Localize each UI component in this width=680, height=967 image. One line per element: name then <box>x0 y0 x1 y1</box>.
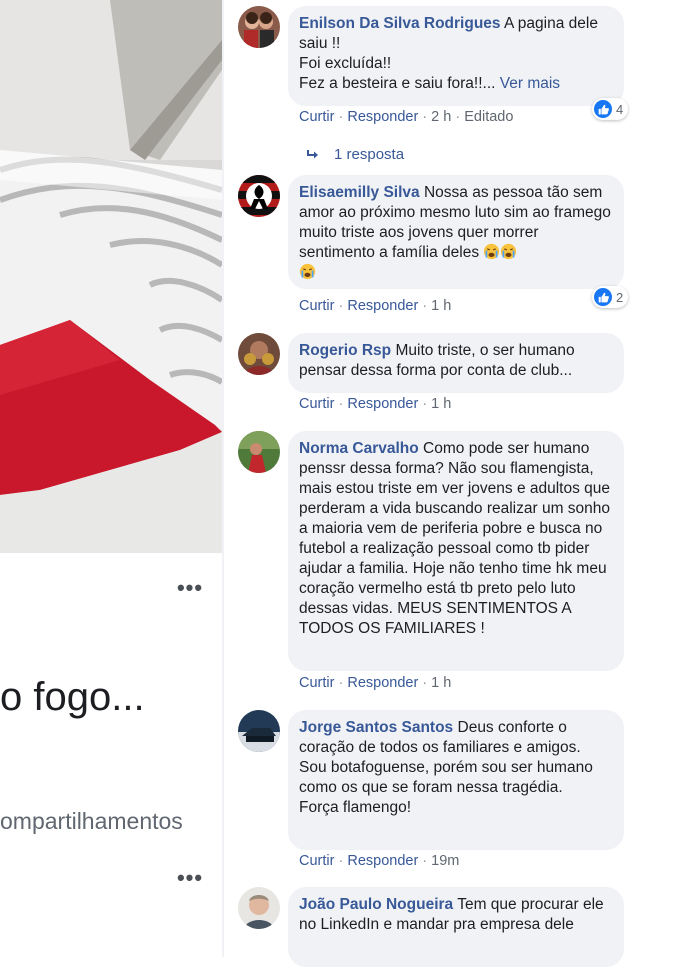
replies-count: 1 resposta <box>334 146 405 163</box>
reaction-number: 4 <box>616 101 624 117</box>
comment-time[interactable]: 1 h <box>431 298 451 314</box>
comment-text-rest: saiu !! Foi excluída!! Fez a besteira e … <box>299 35 561 92</box>
post-text: o fogo... <box>0 675 145 719</box>
comment-bubble: Jorge Santos Santos Deus conforte o cora… <box>288 710 624 850</box>
see-more-link[interactable]: Ver mais <box>500 75 560 92</box>
post-photo <box>0 0 222 553</box>
reaction-count[interactable]: 4 <box>592 98 629 120</box>
comment-bubble: Rogerio Rsp Muito triste, o ser humano p… <box>288 333 624 393</box>
reaction-number: 2 <box>616 289 624 305</box>
comment-bubble: João Paulo Nogueira Tem que procurar ele… <box>288 887 624 967</box>
reply-link[interactable]: Responder <box>347 853 418 869</box>
avatar[interactable] <box>238 175 280 217</box>
comment-author[interactable]: Enilson Da Silva Rodrigues <box>299 15 501 32</box>
comment-time[interactable]: 1 h <box>431 396 451 412</box>
like-link[interactable]: Curtir <box>299 298 334 314</box>
reaction-count[interactable]: 2 <box>592 286 629 308</box>
comment-bubble: Norma Carvalho Como pode ser humano pens… <box>288 431 624 671</box>
comment-author[interactable]: Jorge Santos Santos <box>299 719 453 736</box>
avatar[interactable] <box>238 6 280 48</box>
avatar[interactable] <box>238 887 280 929</box>
comment-actions: Curtir · Responder · 1 h <box>299 675 452 691</box>
like-link[interactable]: Curtir <box>299 675 334 691</box>
comment-text: A pagina dele <box>504 15 598 32</box>
post-panel: ••• o fogo... ompartilhamentos ••• <box>0 0 222 957</box>
avatar[interactable] <box>238 431 280 473</box>
comments-list: Enilson Da Silva Rodrigues A pagina dele… <box>224 0 680 967</box>
reply-link[interactable]: Responder <box>347 109 418 125</box>
comment-actions: Curtir · Responder · 19m <box>299 853 460 869</box>
avatar[interactable] <box>238 333 280 375</box>
comment-author[interactable]: Elisaemilly Silva <box>299 184 420 201</box>
comment-author[interactable]: João Paulo Nogueira <box>299 896 453 913</box>
comment-time[interactable]: 2 h <box>431 109 451 125</box>
comment-time[interactable]: 1 h <box>431 675 451 691</box>
reply-arrow-icon <box>307 149 318 158</box>
comment-actions: Curtir · Responder · 2 h · Editado <box>299 109 514 125</box>
avatar[interactable] <box>238 710 280 752</box>
like-link[interactable]: Curtir <box>299 396 334 412</box>
view-replies-link[interactable]: 1 resposta <box>306 146 404 163</box>
more-options-icon[interactable]: ••• <box>170 577 210 602</box>
more-options-icon[interactable]: ••• <box>170 867 210 892</box>
post-image[interactable] <box>0 0 222 553</box>
comment-bubble: Enilson Da Silva Rodrigues A pagina dele… <box>288 6 624 106</box>
like-link[interactable]: Curtir <box>299 853 334 869</box>
comment-author[interactable]: Rogerio Rsp <box>299 342 391 359</box>
crying-face-icon <box>501 243 517 260</box>
like-reaction-icon <box>594 288 612 306</box>
comment-time[interactable]: 19m <box>431 853 459 869</box>
comment-author[interactable]: Norma Carvalho <box>299 440 419 457</box>
like-reaction-icon <box>594 100 612 118</box>
post-shares-count[interactable]: ompartilhamentos <box>0 808 183 835</box>
comment-text: Como pode ser humano penssr dessa forma?… <box>299 440 611 637</box>
edited-label[interactable]: Editado <box>464 109 513 125</box>
like-link[interactable]: Curtir <box>299 109 334 125</box>
reply-link[interactable]: Responder <box>347 298 418 314</box>
comment-actions: Curtir · Responder · 1 h <box>299 396 452 412</box>
crying-face-icon <box>484 243 500 260</box>
reply-link[interactable]: Responder <box>347 675 418 691</box>
comment-bubble: Elisaemilly Silva Nossa as pessoa tão se… <box>288 175 624 289</box>
crying-face-icon <box>299 263 316 280</box>
reply-link[interactable]: Responder <box>347 396 418 412</box>
comment-actions: Curtir · Responder · 1 h <box>299 298 452 314</box>
